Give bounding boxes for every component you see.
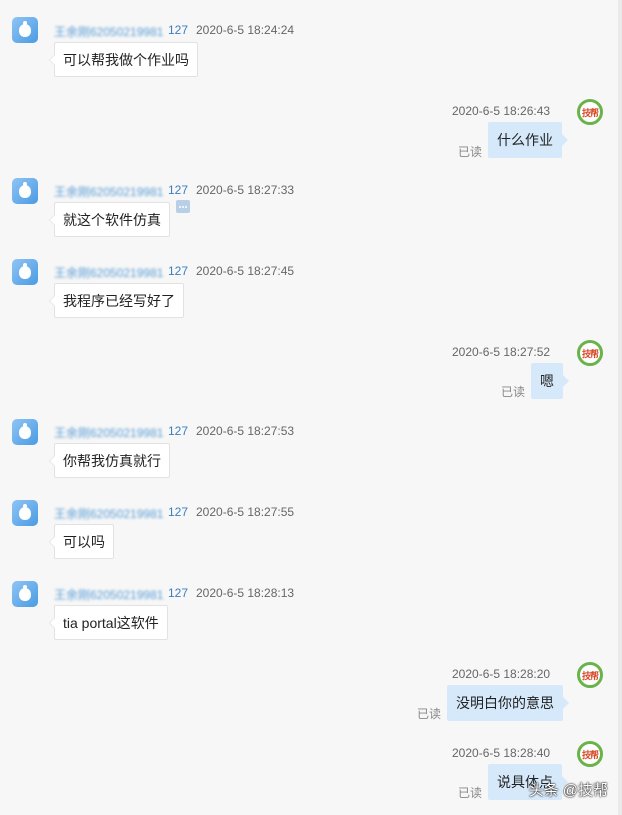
contact-avatar-icon[interactable] [12, 178, 38, 204]
message-timestamp: 2020-6-5 18:27:55 [196, 505, 295, 519]
my-avatar[interactable]: 技帮 [577, 340, 603, 366]
sender-name-suffix: 127 [168, 586, 189, 600]
message-timestamp: 2020-6-5 18:26:43 [452, 104, 551, 118]
sender-name-suffix: 127 [168, 424, 189, 438]
outgoing-message-bubble[interactable]: 什么作业 [488, 122, 568, 158]
contact-avatar-icon[interactable] [12, 259, 38, 285]
read-status: 已读 [501, 385, 526, 399]
message-timestamp: 2020-6-5 18:24:24 [196, 23, 295, 37]
outgoing-message-bubble[interactable]: 没明白你的意思 [447, 685, 569, 721]
incoming-message-bubble[interactable]: 可以帮我做个作业吗 [49, 42, 198, 77]
incoming-message-bubble[interactable]: tia portal这软件 [49, 605, 168, 640]
sender-name: 王余刚62050219981 [54, 507, 164, 521]
incoming-message-bubble[interactable]: 可以吗 [49, 524, 114, 559]
contact-avatar-icon[interactable] [12, 500, 38, 526]
message-timestamp: 2020-6-5 18:27:52 [452, 345, 551, 359]
scrollbar[interactable] [618, 0, 622, 815]
more-options-icon[interactable] [176, 200, 190, 213]
sender-name-suffix: 127 [168, 264, 189, 278]
chat-history: 王余刚62050219981 127 2020-6-5 18:24:24 可以帮… [0, 0, 622, 815]
message-timestamp: 2020-6-5 18:27:53 [196, 424, 295, 438]
my-avatar[interactable]: 技帮 [577, 662, 603, 688]
message-timestamp: 2020-6-5 18:27:33 [196, 183, 295, 197]
sender-name-suffix: 127 [168, 23, 189, 37]
message-timestamp: 2020-6-5 18:27:45 [196, 264, 295, 278]
incoming-message-bubble[interactable]: 我程序已经写好了 [49, 283, 184, 318]
contact-avatar-icon[interactable] [12, 419, 38, 445]
sender-name: 王余刚62050219981 [54, 588, 164, 602]
outgoing-message-bubble[interactable]: 嗯 [531, 363, 569, 399]
my-avatar[interactable]: 技帮 [577, 99, 603, 125]
sender-name-suffix: 127 [168, 505, 189, 519]
sender-name: 王余刚62050219981 [54, 426, 164, 440]
incoming-message-bubble[interactable]: 就这个软件仿真 [49, 202, 170, 237]
read-status: 已读 [458, 786, 483, 800]
contact-avatar-icon[interactable] [12, 17, 38, 43]
contact-avatar-icon[interactable] [12, 581, 38, 607]
message-timestamp: 2020-6-5 18:28:13 [196, 586, 295, 600]
watermark: 头条 @技帮 [528, 782, 608, 799]
message-timestamp: 2020-6-5 18:28:40 [452, 746, 551, 760]
read-status: 已读 [417, 707, 442, 721]
sender-name-suffix: 127 [168, 183, 189, 197]
incoming-message-bubble[interactable]: 你帮我仿真就行 [49, 443, 170, 478]
sender-name: 王余刚62050219981 [54, 266, 164, 280]
sender-name: 王余刚62050219981 [54, 25, 164, 39]
message-timestamp: 2020-6-5 18:28:20 [452, 667, 551, 681]
read-status: 已读 [458, 145, 483, 159]
sender-name: 王余刚62050219981 [54, 185, 164, 199]
my-avatar[interactable]: 技帮 [577, 741, 603, 767]
